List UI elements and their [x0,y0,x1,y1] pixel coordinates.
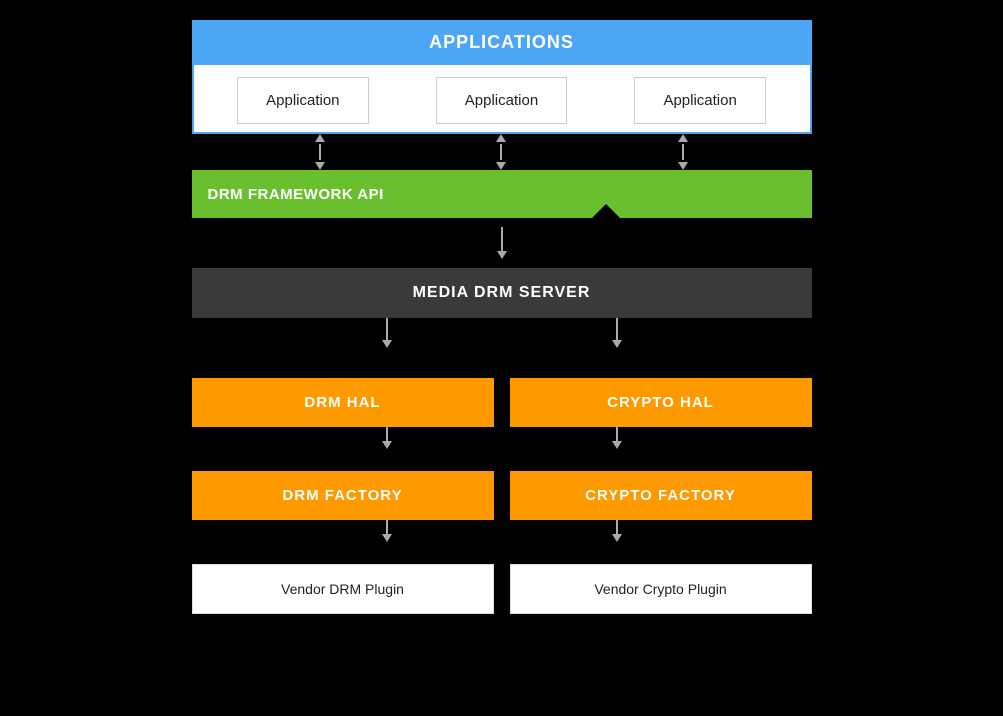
line-drm-hal [386,318,388,340]
drm-plugin-box: Vendor DRM Plugin [192,564,494,614]
application-box-1: Application [237,77,368,124]
connector-crypto-factory [612,427,622,449]
line-crypto-factory [616,427,618,441]
media-drm-bar: MEDIA DRM SERVER [192,268,812,318]
connector-drm-plugin [382,520,392,542]
arrows-apps-to-framework [192,134,812,170]
arrow-drm-hal [382,340,392,348]
factory-row: DRM FACTORY CRYPTO FACTORY [192,471,812,520]
applications-block: APPLICATIONS Application Application App… [192,20,812,134]
connectors-factory-to-plugin [192,520,812,542]
bi-arrow-3 [678,134,688,170]
arrow-crypto-factory [612,441,622,449]
arrow-line-1 [319,144,321,160]
drm-framework-bar [400,170,812,218]
crypto-hal-box: CRYPTO HAL [510,378,812,427]
arrow-line-2 [500,144,502,160]
arrow-drm-plugin [382,534,392,542]
drm-framework-row: DRM FRAMEWORK API [192,170,812,218]
line-crypto-plugin [616,520,618,534]
gap-area [192,218,812,268]
plugin-row: Vendor DRM Plugin Vendor Crypto Plugin [192,564,812,614]
media-drm-section: MEDIA DRM SERVER DRM HAL CRYPTO HAL [192,268,812,614]
applications-header: APPLICATIONS [192,20,812,65]
arrow-crypto-hal [612,340,622,348]
arrow-head-down-2 [496,162,506,170]
crypto-factory-box: CRYPTO FACTORY [510,471,812,520]
line-drm-factory [386,427,388,441]
arrow-head-down-1 [315,162,325,170]
arrow-drm-factory [382,441,392,449]
connector-crypto-plugin [612,520,622,542]
line-drm-plugin [386,520,388,534]
arrow-head-down-3 [678,162,688,170]
bi-arrow-1 [315,134,325,170]
drm-hal-box: DRM HAL [192,378,494,427]
connector-drm-factory [382,427,392,449]
crypto-plugin-box: Vendor Crypto Plugin [510,564,812,614]
line-crypto-hal [616,318,618,340]
hal-row: DRM HAL CRYPTO HAL [192,378,812,427]
center-arrow-down [497,227,507,259]
application-box-2: Application [436,77,567,124]
applications-body: Application Application Application [192,65,812,134]
connectors-hal-to-factory [192,427,812,449]
arrow-head-up-3 [678,134,688,142]
bi-arrow-2 [496,134,506,170]
arrow-line-3 [682,144,684,160]
connector-drm-hal [382,318,392,348]
arrow-crypto-plugin [612,534,622,542]
center-arrow-head [497,251,507,259]
connector-crypto-hal [612,318,622,348]
arrow-head-up-1 [315,134,325,142]
application-box-3: Application [634,77,765,124]
drm-factory-box: DRM FACTORY [192,471,494,520]
connectors-drm-to-hal [192,318,812,348]
arrow-head-up-2 [496,134,506,142]
center-line [501,227,503,251]
drm-notch [592,204,620,218]
drm-framework-label: DRM FRAMEWORK API [192,170,400,218]
